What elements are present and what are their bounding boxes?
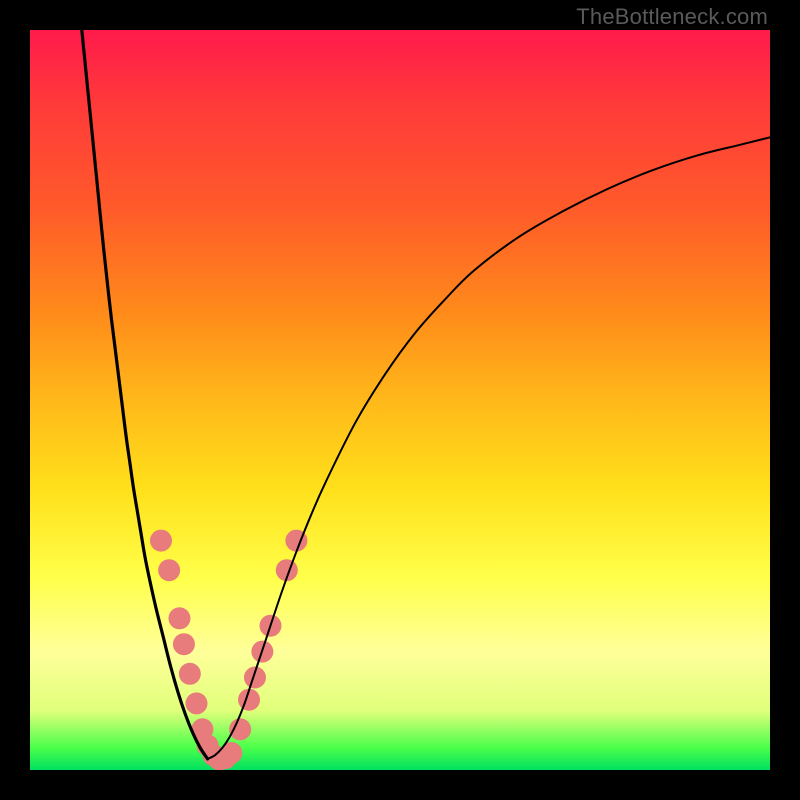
data-marker: [186, 692, 208, 714]
data-marker: [173, 633, 195, 655]
markers-group: [150, 530, 307, 770]
data-marker: [179, 663, 201, 685]
plot-area: [30, 30, 770, 770]
data-marker: [229, 718, 251, 740]
curve-right-branch: [208, 137, 770, 759]
watermark-text: TheBottleneck.com: [576, 4, 768, 30]
data-marker: [150, 530, 172, 552]
data-marker: [158, 559, 180, 581]
chart-frame: TheBottleneck.com: [0, 0, 800, 800]
data-marker: [168, 607, 190, 629]
chart-svg: [30, 30, 770, 770]
